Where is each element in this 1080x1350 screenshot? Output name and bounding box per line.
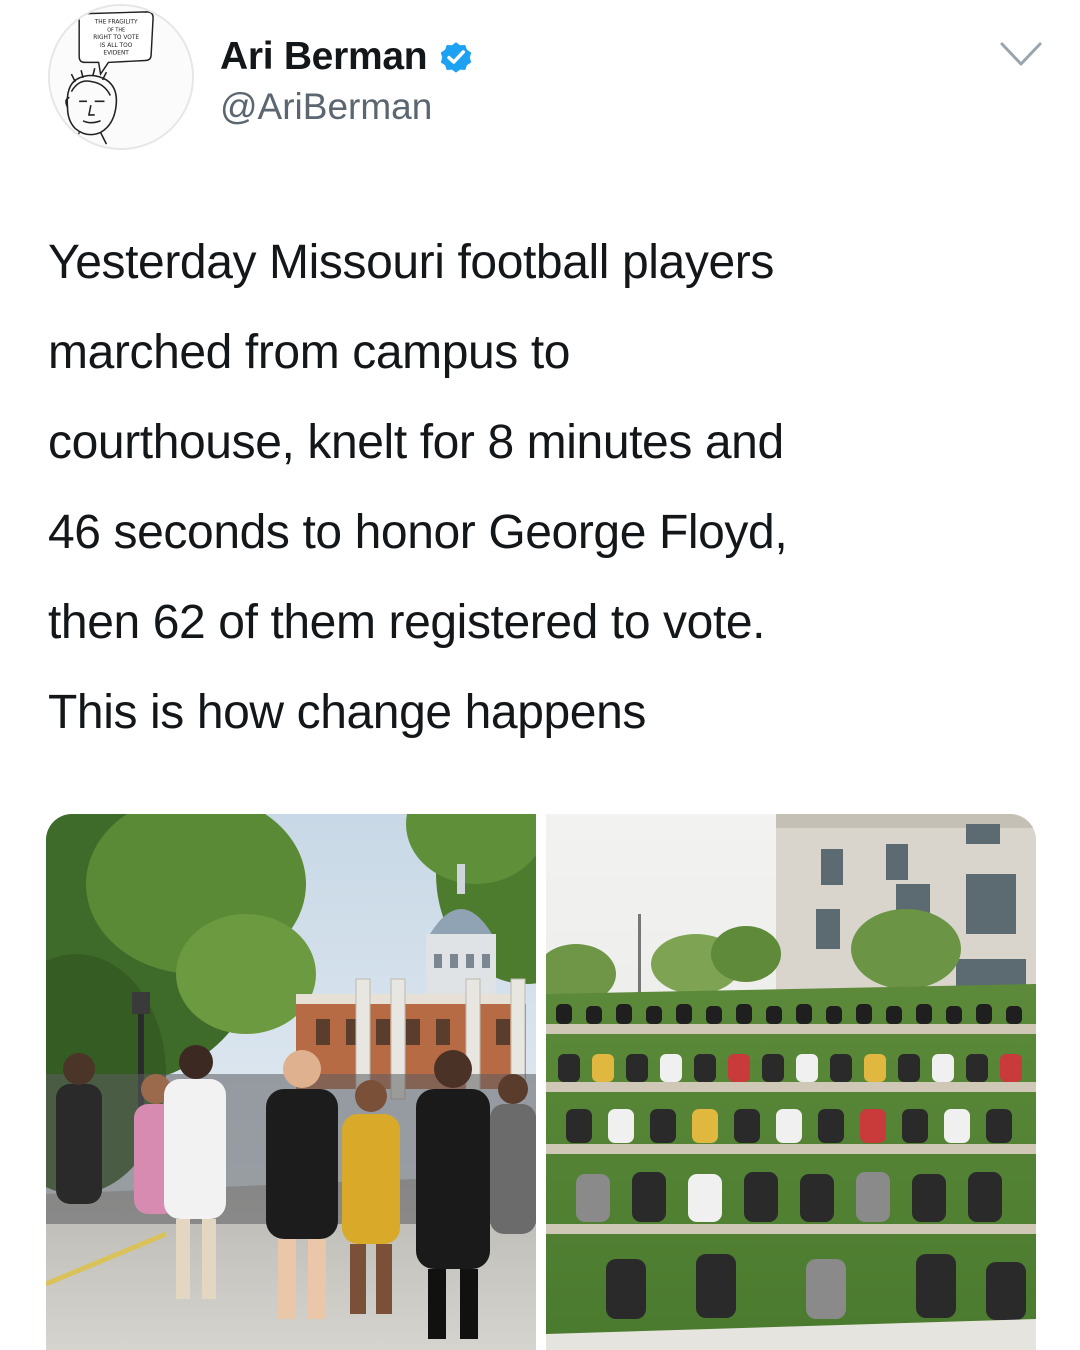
chevron-down-icon [1000, 42, 1042, 66]
user-handle[interactable]: @AriBerman [220, 86, 432, 128]
photo-players-kneeling[interactable] [546, 814, 1036, 1350]
avatar[interactable]: THE FRAGILITY OF THE RIGHT TO VOTE IS AL… [48, 4, 194, 150]
photo-players-marching[interactable] [46, 814, 536, 1350]
tweet-card: THE FRAGILITY OF THE RIGHT TO VOTE IS AL… [0, 0, 1080, 1350]
avatar-caption-1: THE FRAGILITY [94, 20, 138, 26]
media-grid [46, 814, 1036, 1350]
tweet-text-line: then 62 of them registered to vote. [48, 596, 766, 649]
verified-badge-icon [437, 38, 475, 76]
tweet-text-line: courthouse, knelt for 8 minutes and [48, 416, 784, 469]
tweet-options-button[interactable] [996, 34, 1046, 74]
avatar-caption-5: EVIDENT [103, 51, 129, 57]
tweet-text-line: 46 seconds to honor George Floyd, [48, 506, 788, 559]
avatar-caption-4: IS ALL TOO [100, 43, 133, 49]
display-name-row[interactable]: Ari Berman [220, 34, 475, 80]
tweet-text-line: Yesterday Missouri football players [48, 236, 774, 289]
tweet-text-line: marched from campus to [48, 326, 571, 379]
avatar-caption-2: OF THE [107, 27, 125, 33]
tweet-text: Yesterday Missouri football players marc… [48, 218, 1058, 758]
display-name[interactable]: Ari Berman [220, 35, 428, 79]
avatar-caption-3: RIGHT TO VOTE [93, 35, 139, 41]
tweet-text-line: This is how change happens [48, 686, 646, 739]
